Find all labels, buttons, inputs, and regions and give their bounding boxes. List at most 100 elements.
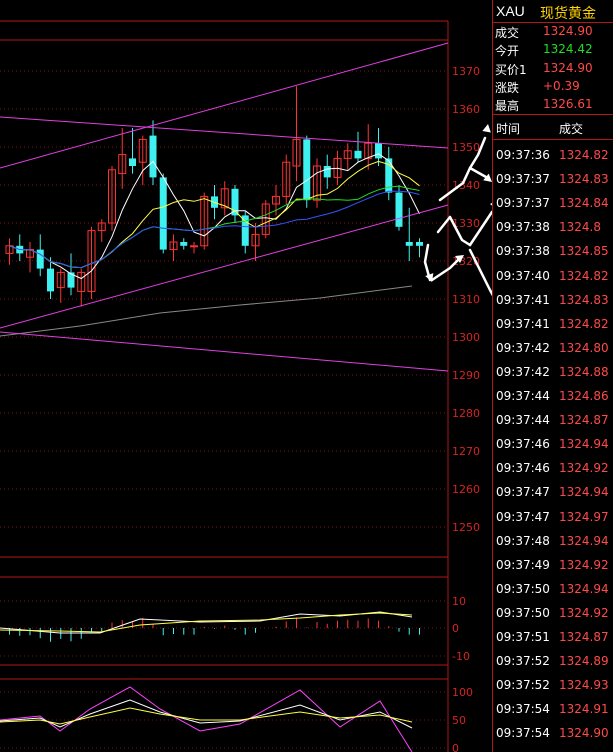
trade-price: 1324.93 [559,678,609,693]
trade-price: 1324.89 [559,654,609,669]
trade-row[interactable]: 09:37:50 1324.94 [493,577,613,601]
candle-body-down [129,158,136,166]
quote-label: 今开 [495,44,520,59]
quote-label: 涨跌 [495,80,520,95]
price-tick-label: 1250 [452,521,480,534]
trade-row[interactable]: 09:37:41 1324.82 [493,312,613,336]
trade-time: 09:37:52 [496,654,550,669]
trade-row[interactable]: 09:37:47 1324.97 [493,505,613,529]
symbol-code: XAU [496,3,525,19]
trade-row[interactable]: 09:37:52 1324.89 [493,649,613,673]
trade-time: 09:37:46 [496,437,550,452]
price-tick-label: 1280 [452,407,480,420]
trade-price: 1324.87 [559,630,609,644]
price-tick-label: 1360 [452,103,480,116]
trade-price: 1324.94 [559,485,609,500]
kline-chart[interactable]: 1370136013501340133013201310130012901280… [0,0,492,752]
trade-time: 09:37:44 [496,389,550,403]
quote-panel: XAU 现货黄金 成交 1324.90 今开 1324.42 买价1 1324.90 涨跌 +… [492,0,613,752]
trade-row[interactable]: 09:37:37 1324.84 [493,191,613,215]
price-tick-label: 1270 [452,445,480,458]
trade-price: 1324.82 [559,316,609,331]
quote-label: 买价1 [495,62,527,77]
trade-list-header: 时间 成交 [493,114,613,140]
trade-row[interactable]: 09:37:44 1324.87 [493,408,613,432]
trade-price: 1324.87 [559,413,609,428]
candle-body-down [354,150,362,159]
trade-row[interactable]: 09:37:51 1324.87 [493,625,613,649]
trade-price: 1324.8 [559,220,601,235]
trade-row[interactable]: 09:37:38 1324.85 [493,239,613,263]
trade-price: 1324.92 [559,461,609,476]
trade-row[interactable]: 09:37:44 1324.86 [493,384,613,408]
trade-row[interactable]: 09:37:47 1324.94 [493,480,613,504]
price-tick-label: 1350 [452,141,480,154]
trade-time: 09:37:42 [496,364,550,379]
trade-price: 1324.86 [559,389,609,403]
trade-row[interactable]: 09:37:54 1324.90 [493,721,613,745]
trade-row[interactable]: 09:37:46 1324.94 [493,432,613,456]
symbol-header: XAU 现货黄金 [493,0,613,23]
trade-time: 09:37:38 [496,244,550,259]
trade-price: 1324.84 [559,196,609,211]
trade-time: 09:37:37 [496,172,550,187]
trade-price: 1324.80 [559,340,609,355]
quote-row: 买价1 1324.90 [493,59,613,78]
trade-price: 1324.94 [559,581,609,596]
trade-row[interactable]: 09:37:42 1324.88 [493,360,613,384]
trade-price: 1324.82 [559,268,609,283]
kdj-tick-label: 100 [452,686,473,699]
trade-row[interactable]: 09:37:46 1324.92 [493,456,613,480]
trade-price: 1324.92 [559,605,609,620]
price-tick-label: 1310 [452,293,480,306]
candle-body-down [149,135,157,178]
macd-tick-label: -10 [452,650,470,663]
kdj-tick-label: 0 [452,742,459,752]
symbol-name: 现货黄金 [540,6,596,22]
trade-time: 09:37:54 [496,702,550,717]
quote-row: 涨跌 +0.39 [493,77,613,96]
candle-body-down [180,242,188,246]
trade-price: 1324.91 [559,702,609,717]
trade-row[interactable]: 09:37:37 1324.83 [493,167,613,191]
trade-time: 09:37:50 [496,605,550,620]
trade-price: 1324.97 [559,509,609,524]
price-tick-label: 1340 [452,179,480,192]
trade-row[interactable]: 09:37:50 1324.92 [493,601,613,625]
quote-label: 最高 [495,99,520,114]
quote-row: 成交 1324.90 [493,22,613,41]
candle-body-down [47,268,54,292]
trade-time: 09:37:38 [496,220,550,235]
trade-time: 09:37:40 [496,268,550,283]
trade-time: 09:37:41 [496,316,550,331]
time-column-header: 时间 [496,122,521,136]
trade-price: 1324.94 [559,533,609,548]
candle-body-down [159,177,167,250]
candle-body-down [416,242,423,246]
trade-time: 09:37:52 [496,678,550,693]
trade-row[interactable]: 09:37:41 1324.83 [493,288,613,312]
trade-row[interactable]: 09:37:40 1324.82 [493,264,613,288]
trade-time: 09:37:48 [496,533,550,548]
trade-row[interactable]: 09:37:49 1324.92 [493,553,613,577]
macd-tick-label: 0 [452,622,459,635]
price-tick-label: 1290 [452,369,480,382]
trade-price: 1324.88 [559,364,609,379]
trade-row[interactable]: 09:37:38 1324.8 [493,215,613,239]
trade-row[interactable]: 09:37:52 1324.93 [493,673,613,697]
trade-row[interactable]: 09:37:36 1324.82 [493,143,613,167]
quote-label: 成交 [495,26,520,40]
candle-body-down [375,143,382,159]
quote-value: +0.39 [543,78,580,93]
candle-body-down [323,166,331,178]
trade-price: 1324.94 [559,437,609,452]
candle-body-up [190,245,198,248]
trade-time: 09:37:47 [496,485,550,500]
trade-time: 09:37:46 [496,461,550,476]
trade-price: 1324.85 [559,244,609,259]
trade-row[interactable]: 09:37:54 1324.91 [493,697,613,721]
trade-row[interactable]: 09:37:48 1324.94 [493,529,613,553]
trade-price: 1324.82 [559,148,609,162]
trade-price: 1324.92 [559,557,609,572]
trade-row[interactable]: 09:37:42 1324.80 [493,336,613,360]
